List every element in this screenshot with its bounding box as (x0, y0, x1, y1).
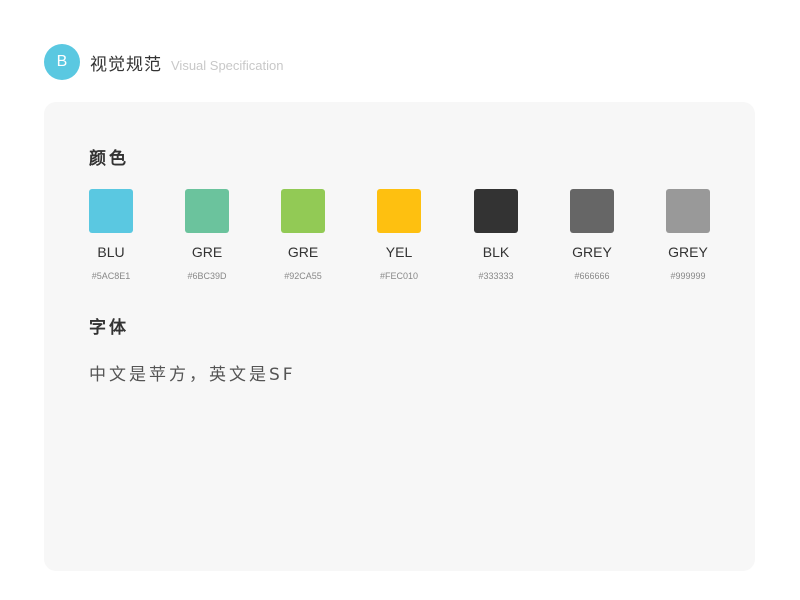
spec-panel: 颜色 BLU #5AC8E1 GRE #6BC39D GRE #92CA55 Y… (44, 102, 755, 571)
color-swatch-grey-1: GREY #666666 (570, 189, 614, 281)
color-swatch-name: GREY (572, 244, 612, 260)
section-badge: B (44, 44, 80, 80)
color-swatch-name: BLU (97, 244, 125, 260)
page-title: 视觉规范 (90, 54, 162, 75)
page-header: B 视觉规范 Visual Specification (44, 44, 284, 80)
color-swatch-yel: YEL #FEC010 (377, 189, 421, 281)
color-swatch-box (570, 189, 614, 233)
color-swatch-box (89, 189, 133, 233)
color-swatch-hex: #6BC39D (187, 271, 227, 281)
color-swatch-name: YEL (385, 244, 413, 260)
color-swatch-hex: #92CA55 (284, 271, 322, 281)
color-swatch-box (185, 189, 229, 233)
color-swatch-hex: #333333 (478, 271, 514, 281)
color-swatch-box (377, 189, 421, 233)
color-swatch-name: GRE (287, 244, 319, 260)
color-swatch-hex: #FEC010 (379, 271, 419, 281)
color-swatch-name: GRE (191, 244, 223, 260)
color-swatch-box (666, 189, 710, 233)
color-swatch-box (474, 189, 518, 233)
color-swatch-name: BLK (482, 244, 510, 260)
color-swatch-gre-2: GRE #92CA55 (281, 189, 325, 281)
colors-section-title: 颜色 (89, 149, 129, 169)
font-description: 中文是苹方，英文是SF (89, 365, 296, 385)
color-swatch-hex: #666666 (574, 271, 610, 281)
color-swatch-hex: #5AC8E1 (91, 271, 131, 281)
font-section-title: 字体 (89, 318, 129, 338)
color-swatch-name: GREY (668, 244, 708, 260)
color-swatch-gre-1: GRE #6BC39D (185, 189, 229, 281)
color-swatch-hex: #999999 (670, 271, 706, 281)
color-swatch-box (281, 189, 325, 233)
color-swatch-grey-2: GREY #999999 (666, 189, 710, 281)
color-swatch-blk: BLK #333333 (474, 189, 518, 281)
color-swatch-blu: BLU #5AC8E1 (89, 189, 133, 281)
page-subtitle: Visual Specification (171, 57, 284, 73)
